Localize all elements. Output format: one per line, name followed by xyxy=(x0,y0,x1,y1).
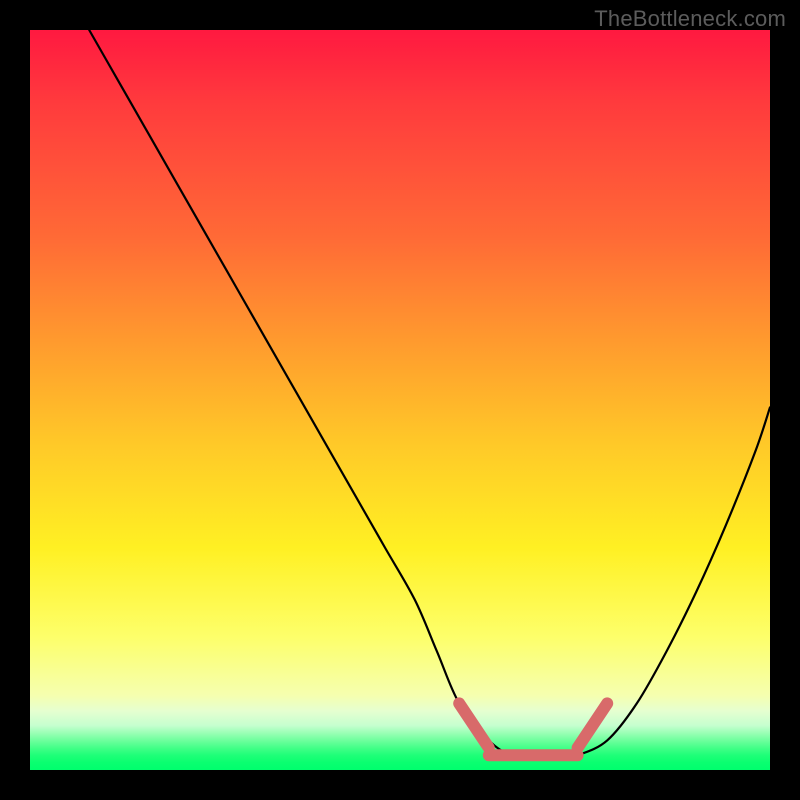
highlight-segment xyxy=(578,703,608,747)
plot-area xyxy=(30,30,770,770)
highlight-segment xyxy=(459,703,489,747)
watermark-text: TheBottleneck.com xyxy=(594,6,786,32)
highlight-segments xyxy=(459,703,607,755)
curve-layer xyxy=(30,30,770,770)
chart-frame: TheBottleneck.com xyxy=(0,0,800,800)
bottleneck-curve-line xyxy=(89,30,770,759)
